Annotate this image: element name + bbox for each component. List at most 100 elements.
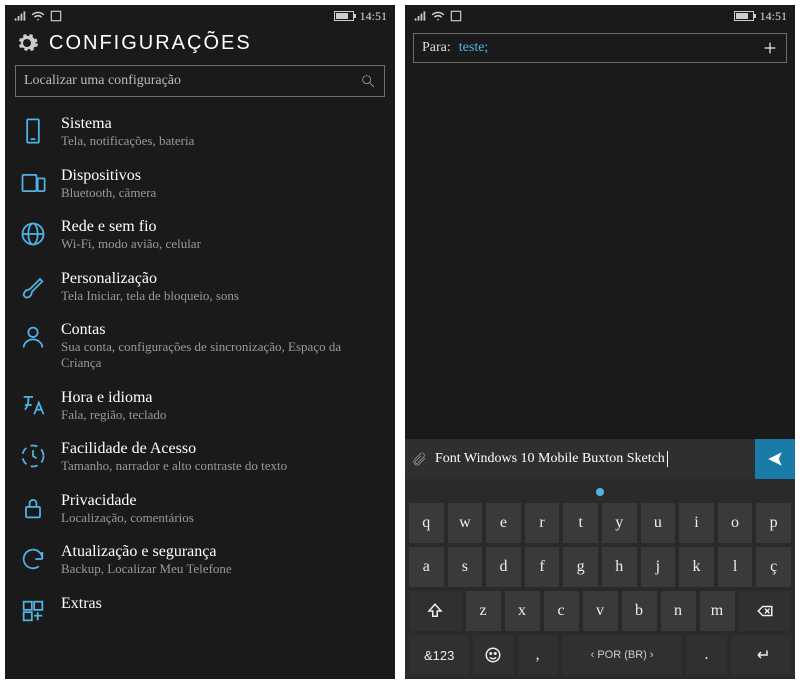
item-subtitle: Tela Iniciar, tela de bloqueio, sons (61, 288, 239, 304)
key-f[interactable]: f (525, 547, 560, 587)
key-d[interactable]: d (486, 547, 521, 587)
settings-item-acessibilidade[interactable]: Facilidade de Acesso Tamanho, narrador e… (5, 432, 395, 484)
item-title: Facilidade de Acesso (61, 440, 287, 458)
key-ç[interactable]: ç (756, 547, 791, 587)
compose-bar: Font Windows 10 Mobile Buxton Sketch (405, 439, 795, 479)
add-recipient-icon[interactable] (762, 40, 778, 56)
key-c[interactable]: c (544, 591, 579, 631)
gear-icon (15, 31, 39, 55)
item-title: Sistema (61, 115, 194, 133)
key-n[interactable]: n (661, 591, 696, 631)
compose-input[interactable]: Font Windows 10 Mobile Buxton Sketch (435, 451, 747, 467)
wifi-icon (31, 9, 45, 23)
key-m[interactable]: m (700, 591, 735, 631)
key-q[interactable]: q (409, 503, 444, 543)
key-w[interactable]: w (448, 503, 483, 543)
search-input[interactable]: Localizar uma configuração (15, 65, 385, 97)
battery-icon (334, 11, 354, 21)
settings-item-privacidade[interactable]: Privacidade Localização, comentários (5, 484, 395, 536)
cursor-handle[interactable] (409, 485, 791, 499)
nfc-icon (49, 9, 63, 23)
message-thread (405, 69, 795, 439)
messaging-screen: 14:51 Para: teste; Font Windows 10 Mobil… (405, 5, 795, 679)
signal-icon (13, 9, 27, 23)
status-bar: 14:51 (405, 5, 795, 27)
key-period[interactable]: . (686, 635, 726, 675)
clock: 14:51 (360, 9, 387, 24)
send-button[interactable] (755, 439, 795, 479)
key-emoji[interactable] (473, 635, 513, 675)
key-o[interactable]: o (718, 503, 753, 543)
key-space[interactable]: ‹ POR (BR) › (562, 635, 683, 675)
settings-item-atualizacao[interactable]: Atualização e segurança Backup, Localiza… (5, 535, 395, 587)
keyboard: q w e r t y u i o p a s d f g h j k l ç … (405, 479, 795, 679)
settings-item-dispositivos[interactable]: Dispositivos Bluetooth, câmera (5, 159, 395, 211)
item-title: Extras (61, 595, 102, 613)
key-a[interactable]: a (409, 547, 444, 587)
key-p[interactable]: p (756, 503, 791, 543)
key-k[interactable]: k (679, 547, 714, 587)
settings-item-extras[interactable]: Extras (5, 587, 395, 635)
item-title: Hora e idioma (61, 389, 166, 407)
item-subtitle: Tela, notificações, bateria (61, 133, 194, 149)
header: CONFIGURAÇÕES (5, 27, 395, 61)
key-b[interactable]: b (622, 591, 657, 631)
person-icon (19, 323, 47, 351)
key-l[interactable]: l (718, 547, 753, 587)
key-z[interactable]: z (466, 591, 501, 631)
key-shift[interactable] (409, 591, 462, 631)
signal-icon (413, 9, 427, 23)
settings-item-sistema[interactable]: Sistema Tela, notificações, bateria (5, 107, 395, 159)
key-x[interactable]: x (505, 591, 540, 631)
settings-item-contas[interactable]: Contas Sua conta, configurações de sincr… (5, 313, 395, 380)
key-t[interactable]: t (563, 503, 598, 543)
settings-item-rede[interactable]: Rede e sem fio Wi-Fi, modo avião, celula… (5, 210, 395, 262)
item-title: Privacidade (61, 492, 194, 510)
key-row-4: &123 , ‹ POR (BR) › . (409, 635, 791, 675)
to-label: Para: (422, 40, 451, 56)
to-value: teste; (459, 40, 754, 56)
key-s[interactable]: s (448, 547, 483, 587)
key-r[interactable]: r (525, 503, 560, 543)
ease-icon (19, 442, 47, 470)
brush-icon (19, 272, 47, 300)
item-subtitle: Fala, região, teclado (61, 407, 166, 423)
nfc-icon (449, 9, 463, 23)
item-subtitle: Backup, Localizar Meu Telefone (61, 561, 232, 577)
key-h[interactable]: h (602, 547, 637, 587)
update-icon (19, 545, 47, 573)
search-icon (360, 73, 376, 89)
item-title: Rede e sem fio (61, 218, 201, 236)
emoji-icon (484, 646, 502, 664)
settings-item-idioma[interactable]: Hora e idioma Fala, região, teclado (5, 381, 395, 433)
key-numbers[interactable]: &123 (409, 635, 469, 675)
item-title: Dispositivos (61, 167, 156, 185)
item-title: Personalização (61, 270, 239, 288)
to-field[interactable]: Para: teste; (413, 33, 787, 63)
globe-icon (19, 220, 47, 248)
key-v[interactable]: v (583, 591, 618, 631)
key-e[interactable]: e (486, 503, 521, 543)
search-placeholder: Localizar uma configuração (24, 73, 360, 89)
key-enter[interactable] (731, 635, 791, 675)
key-u[interactable]: u (641, 503, 676, 543)
key-g[interactable]: g (563, 547, 598, 587)
battery-icon (734, 11, 754, 21)
settings-screen: 14:51 CONFIGURAÇÕES Localizar uma config… (5, 5, 395, 679)
key-comma[interactable]: , (518, 635, 558, 675)
key-backspace[interactable] (739, 591, 792, 631)
backspace-icon (756, 602, 774, 620)
key-row-2: a s d f g h j k l ç (409, 547, 791, 587)
key-j[interactable]: j (641, 547, 676, 587)
key-i[interactable]: i (679, 503, 714, 543)
key-row-1: q w e r t y u i o p (409, 503, 791, 543)
devices-icon (19, 169, 47, 197)
item-subtitle: Wi-Fi, modo avião, celular (61, 236, 201, 252)
attach-icon[interactable] (411, 451, 427, 467)
page-title: CONFIGURAÇÕES (49, 32, 252, 55)
key-y[interactable]: y (602, 503, 637, 543)
clock: 14:51 (760, 9, 787, 24)
settings-item-personalizacao[interactable]: Personalização Tela Iniciar, tela de blo… (5, 262, 395, 314)
device-icon (19, 117, 47, 145)
settings-list: Sistema Tela, notificações, bateria Disp… (5, 107, 395, 679)
